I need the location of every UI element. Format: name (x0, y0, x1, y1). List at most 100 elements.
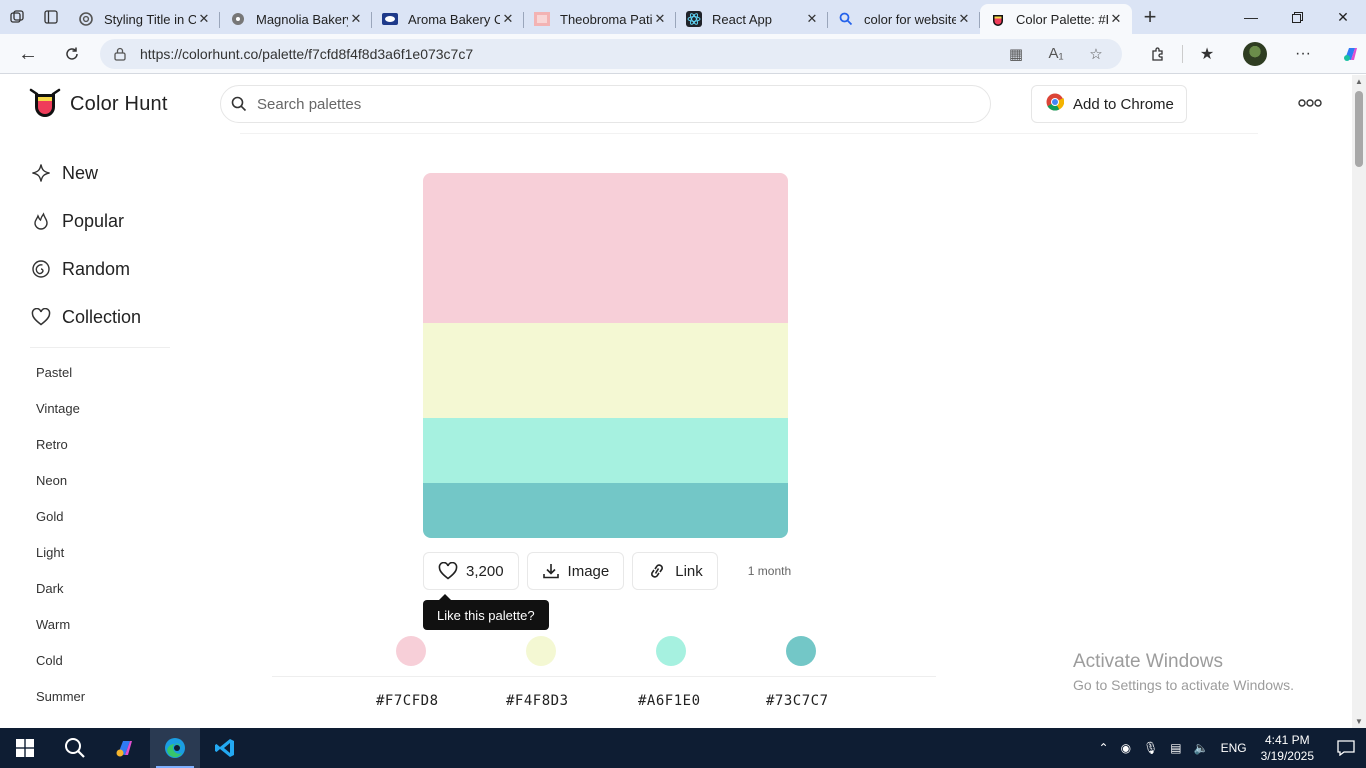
minimize-button[interactable]: — (1228, 0, 1274, 34)
restore-button[interactable] (1274, 0, 1320, 34)
app-available-icon[interactable]: ▦ (996, 45, 1036, 63)
clock[interactable]: 4:41 PM 3/19/2025 (1261, 732, 1314, 764)
sidebar-item-collection[interactable]: Collection (30, 293, 190, 341)
site-logo[interactable]: Color Hunt (28, 85, 168, 124)
palette-swatch[interactable] (423, 418, 788, 483)
taskbar-search-icon[interactable] (50, 728, 100, 768)
palette-swatch[interactable] (423, 323, 788, 418)
settings-more-icon[interactable]: ··· (1279, 45, 1327, 63)
favorite-star-icon[interactable]: ☆ (1076, 45, 1116, 63)
browser-tab[interactable]: Styling Title in Co ✕ (68, 4, 220, 34)
microphone-icon[interactable]: 🎙 (1143, 741, 1158, 755)
browser-tab[interactable]: color for website ✕ (828, 4, 980, 34)
hex-code[interactable]: #73C7C7 (766, 693, 829, 709)
sidebar-divider (30, 347, 170, 348)
tab-title: Theobroma Patis (560, 11, 652, 27)
more-options-icon[interactable] (1298, 95, 1322, 111)
sidebar-item-random[interactable]: Random (30, 245, 190, 293)
page-scrollbar[interactable]: ▲ ▼ (1352, 75, 1366, 728)
network-icon[interactable]: ▤ (1170, 741, 1181, 755)
search-input[interactable] (257, 95, 990, 113)
color-dot[interactable] (396, 636, 426, 666)
read-aloud-icon[interactable]: A₁ (1036, 45, 1076, 63)
tab-title: color for website (864, 11, 956, 27)
tag-link-neon[interactable]: Neon (30, 462, 190, 498)
hex-code[interactable]: #F7CFD8 (376, 693, 439, 709)
link-label: Link (675, 562, 703, 580)
tag-link-dark[interactable]: Dark (30, 570, 190, 606)
favorites-icon[interactable]: ★ (1183, 44, 1231, 64)
sidebar-item-label: Random (62, 258, 131, 279)
sidebar-item-label: New (62, 162, 99, 183)
show-hidden-icons-icon[interactable]: ⌃ (1099, 741, 1109, 755)
workspaces-icon[interactable] (0, 0, 34, 34)
new-tab-button[interactable]: + (1132, 2, 1168, 32)
tab-actions-icon[interactable] (34, 0, 68, 34)
meet-now-icon[interactable]: ◉ (1121, 741, 1131, 755)
browser-tab[interactable]: Color Palette: #F7✕ (980, 4, 1132, 34)
tag-link-warm[interactable]: Warm (30, 606, 190, 642)
back-button[interactable]: ← (6, 34, 50, 74)
close-window-button[interactable]: ✕ (1320, 0, 1366, 34)
tab-title: Styling Title in Co (104, 11, 196, 27)
close-tab-icon[interactable]: ✕ (348, 11, 364, 27)
tab-title: Color Palette: #F7 (1016, 11, 1108, 27)
sidebar-item-new[interactable]: New (30, 149, 190, 197)
hex-code[interactable]: #F4F8D3 (506, 693, 569, 709)
close-tab-icon[interactable]: ✕ (196, 11, 212, 27)
extensions-icon[interactable] (1134, 46, 1182, 62)
tag-link-light[interactable]: Light (30, 534, 190, 570)
tag-link-vintage[interactable]: Vintage (30, 390, 190, 426)
sidebar: New Popular Random Collection Pastel Vintage… (30, 149, 190, 714)
palette-swatch[interactable] (423, 483, 788, 538)
notifications-icon[interactable] (1326, 740, 1366, 756)
tag-link-pastel[interactable]: Pastel (30, 354, 190, 390)
start-button[interactable] (0, 728, 50, 768)
profile-avatar[interactable] (1231, 42, 1279, 66)
scrollbar-thumb[interactable] (1355, 91, 1363, 167)
copilot-icon[interactable] (1327, 44, 1366, 64)
site-info-icon[interactable] (100, 47, 140, 61)
close-tab-icon[interactable]: ✕ (956, 11, 972, 27)
page-content: Color Hunt Add to Chrome New Popular Rando… (0, 75, 1352, 728)
volume-icon[interactable]: 🔈 (1194, 741, 1209, 755)
scroll-down-icon[interactable]: ▼ (1355, 717, 1363, 726)
color-dot[interactable] (656, 636, 686, 666)
color-dot[interactable] (526, 636, 556, 666)
browser-tab[interactable]: React App ✕ (676, 4, 828, 34)
like-button[interactable]: 3,200 (423, 552, 519, 590)
browser-tab[interactable]: Aroma Bakery Or ✕ (372, 4, 524, 34)
edge-taskbar-icon[interactable] (150, 728, 200, 768)
add-to-chrome-button[interactable]: Add to Chrome (1031, 85, 1187, 123)
tab-title: React App (712, 11, 772, 27)
language-indicator[interactable]: ENG (1221, 741, 1247, 755)
heart-icon (438, 562, 458, 580)
tag-link-cold[interactable]: Cold (30, 642, 190, 678)
download-image-button[interactable]: Image (526, 552, 625, 590)
close-tab-icon[interactable]: ✕ (652, 11, 668, 27)
palette-card[interactable] (423, 173, 788, 538)
colorhunt-icon (990, 11, 1006, 27)
tag-link-gold[interactable]: Gold (30, 498, 190, 534)
close-tab-icon[interactable]: ✕ (1108, 11, 1124, 27)
close-tab-icon[interactable]: ✕ (500, 11, 516, 27)
sidebar-item-label: Collection (62, 306, 142, 327)
copilot-taskbar-icon[interactable] (100, 728, 150, 768)
scroll-up-icon[interactable]: ▲ (1355, 77, 1363, 86)
browser-tab[interactable]: Theobroma Patis ✕ (524, 4, 676, 34)
hex-code[interactable]: #A6F1E0 (638, 693, 701, 709)
refresh-button[interactable] (50, 34, 94, 74)
color-dots (380, 635, 850, 667)
url-text[interactable]: https://colorhunt.co/palette/f7cfd8f4f8d… (140, 46, 996, 62)
color-dot[interactable] (786, 636, 816, 666)
url-bar[interactable]: https://colorhunt.co/palette/f7cfd8f4f8d… (100, 39, 1122, 69)
copy-link-button[interactable]: Link (632, 552, 718, 590)
vscode-taskbar-icon[interactable] (200, 728, 250, 768)
tag-link-retro[interactable]: Retro (30, 426, 190, 462)
palette-swatch[interactable] (423, 173, 788, 323)
windows-taskbar: ⌃ ◉ 🎙 ▤ 🔈 ENG 4:41 PM 3/19/2025 (0, 728, 1366, 768)
browser-tab[interactable]: Magnolia Bakery ✕ (220, 4, 372, 34)
search-bar[interactable] (220, 85, 991, 123)
close-tab-icon[interactable]: ✕ (804, 11, 820, 27)
sidebar-item-popular[interactable]: Popular (30, 197, 190, 245)
